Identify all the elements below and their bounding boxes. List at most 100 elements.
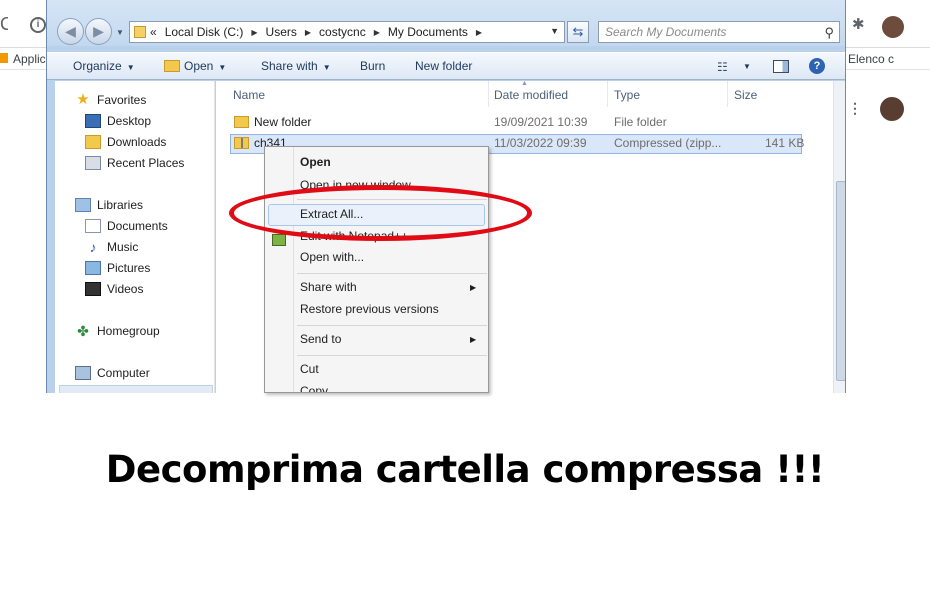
nav-desktop[interactable]: Desktop xyxy=(85,114,151,128)
context-menu: Open Open in new window Extract All... E… xyxy=(264,146,489,393)
menu-separator xyxy=(297,325,487,326)
menu-item-restore-previous[interactable]: Restore previous versions xyxy=(300,302,439,316)
nav-favorites[interactable]: ★ Favorites xyxy=(75,92,147,107)
recent-pages-dropdown[interactable]: ▼ xyxy=(116,28,124,37)
more-options-icon[interactable]: ⋮ xyxy=(848,100,862,117)
notepad-icon xyxy=(272,234,286,246)
file-name-cell: New folder xyxy=(234,115,311,129)
breadcrumb-costycnc[interactable]: costycnc xyxy=(319,25,366,39)
address-dropdown-icon[interactable]: ▼ xyxy=(550,26,559,36)
menu-item-share-with[interactable]: Share with xyxy=(300,280,357,294)
file-row[interactable]: New folder 19/09/2021 10:39 File folder xyxy=(230,113,802,133)
chevron-right-icon[interactable]: ▶ xyxy=(476,28,482,37)
breadcrumb-overflow[interactable]: « xyxy=(150,25,157,39)
refresh-button[interactable]: ⇆ xyxy=(567,21,589,43)
nav-desktop-label: Desktop xyxy=(107,114,152,128)
back-button[interactable]: ◀ xyxy=(57,18,84,45)
file-size: 141 KB xyxy=(765,136,805,150)
help-icon[interactable]: ? xyxy=(809,58,825,74)
computer-icon xyxy=(75,366,91,380)
breadcrumb-my-documents[interactable]: My Documents xyxy=(388,25,468,39)
highlight-ellipse xyxy=(229,185,532,241)
column-header-name[interactable]: Name xyxy=(233,88,265,102)
column-header-date[interactable]: Date modified xyxy=(494,88,568,102)
nav-recent-places-label: Recent Places xyxy=(107,156,185,170)
nav-music[interactable]: ♪ Music xyxy=(85,239,139,255)
bookmark-elenco[interactable]: Elenco c xyxy=(848,52,894,66)
menu-gutter xyxy=(293,147,294,392)
column-header-size[interactable]: Size xyxy=(734,88,757,102)
search-input[interactable]: Search My Documents ⚲ xyxy=(598,21,840,43)
sort-ascending-icon: ▲ xyxy=(521,80,528,87)
chevron-right-icon[interactable]: ▶ xyxy=(251,28,257,37)
forward-button[interactable]: ▶ xyxy=(85,18,112,45)
submenu-arrow-icon: ▶ xyxy=(470,283,477,292)
view-options-icon[interactable]: ☷ xyxy=(717,60,728,74)
nav-recent-places[interactable]: Recent Places xyxy=(85,156,184,170)
column-divider[interactable] xyxy=(488,81,489,107)
nav-homegroup[interactable]: ✤ Homegroup xyxy=(75,324,160,338)
downloads-icon xyxy=(85,135,101,149)
nav-downloads-label: Downloads xyxy=(107,135,167,149)
nav-downloads[interactable]: Downloads xyxy=(85,135,166,149)
music-icon: ♪ xyxy=(89,239,97,255)
nav-favorites-label: Favorites xyxy=(97,93,147,107)
nav-libraries[interactable]: Libraries xyxy=(75,198,143,212)
file-type: Compressed (zipp... xyxy=(614,136,722,150)
submenu-arrow-icon: ▶ xyxy=(470,335,477,344)
site-info-icon[interactable]: i xyxy=(30,17,46,33)
apps-icon[interactable] xyxy=(0,53,8,63)
homegroup-icon: ✤ xyxy=(77,323,89,339)
view-dropdown-icon[interactable]: ▼ xyxy=(743,62,751,71)
file-date: 11/03/2022 09:39 xyxy=(494,136,587,150)
new-folder-button[interactable]: New folder xyxy=(415,59,472,73)
menu-item-send-to[interactable]: Send to xyxy=(300,332,341,346)
profile-avatar[interactable] xyxy=(882,16,904,38)
breadcrumb-local-disk[interactable]: Local Disk (C:) xyxy=(165,25,244,39)
nav-libraries-label: Libraries xyxy=(97,198,144,212)
burn-button[interactable]: Burn xyxy=(360,59,385,73)
bookmark-apps[interactable]: Applic xyxy=(13,52,46,66)
documents-icon xyxy=(85,219,101,233)
address-bar[interactable]: « Local Disk (C:) ▶ Users ▶ costycnc ▶ M… xyxy=(129,21,565,43)
page-avatar xyxy=(880,97,904,121)
column-divider[interactable] xyxy=(727,81,728,107)
extensions-icon[interactable]: ✱ xyxy=(852,17,866,32)
breadcrumb-users[interactable]: Users xyxy=(266,25,297,39)
menu-item-open-with[interactable]: Open with... xyxy=(300,250,364,264)
nav-videos[interactable]: Videos xyxy=(85,282,143,296)
libraries-icon xyxy=(75,198,91,212)
menu-item-open[interactable]: Open xyxy=(300,155,331,169)
nav-pictures[interactable]: Pictures xyxy=(85,261,150,275)
preview-pane-icon[interactable] xyxy=(773,60,789,73)
reload-icon[interactable]: C xyxy=(0,14,8,34)
breadcrumb: « Local Disk (C:) ▶ Users ▶ costycnc ▶ M… xyxy=(150,25,490,39)
chevron-right-icon[interactable]: ▶ xyxy=(305,28,311,37)
chevron-right-icon[interactable]: ▶ xyxy=(374,28,380,37)
pane-divider[interactable] xyxy=(214,81,215,393)
videos-icon xyxy=(85,282,101,296)
desktop-icon xyxy=(85,114,101,128)
search-icon[interactable]: ⚲ xyxy=(824,25,834,41)
organize-button[interactable]: Organize ▼ xyxy=(73,59,135,73)
menu-item-cut[interactable]: Cut xyxy=(300,362,319,376)
folder-icon xyxy=(234,116,249,128)
nav-local-disk[interactable] xyxy=(59,385,213,393)
vertical-scrollbar[interactable] xyxy=(833,81,845,393)
file-name: New folder xyxy=(254,115,312,129)
scrollbar-thumb[interactable] xyxy=(836,181,845,381)
open-button[interactable]: Open ▼ xyxy=(164,59,226,73)
nav-computer[interactable]: Computer xyxy=(75,366,150,380)
menu-item-copy[interactable]: Copy xyxy=(300,384,328,392)
menu-separator xyxy=(297,273,487,274)
menu-separator xyxy=(297,355,487,356)
column-header-type[interactable]: Type xyxy=(614,88,640,102)
nav-documents[interactable]: Documents xyxy=(85,219,168,233)
open-folder-icon xyxy=(164,60,180,72)
share-with-label: Share with xyxy=(261,59,318,73)
folder-icon xyxy=(134,26,146,38)
nav-homegroup-label: Homegroup xyxy=(97,324,160,338)
column-divider[interactable] xyxy=(607,81,608,107)
share-with-button[interactable]: Share with ▼ xyxy=(261,59,331,73)
nav-computer-label: Computer xyxy=(97,366,150,380)
